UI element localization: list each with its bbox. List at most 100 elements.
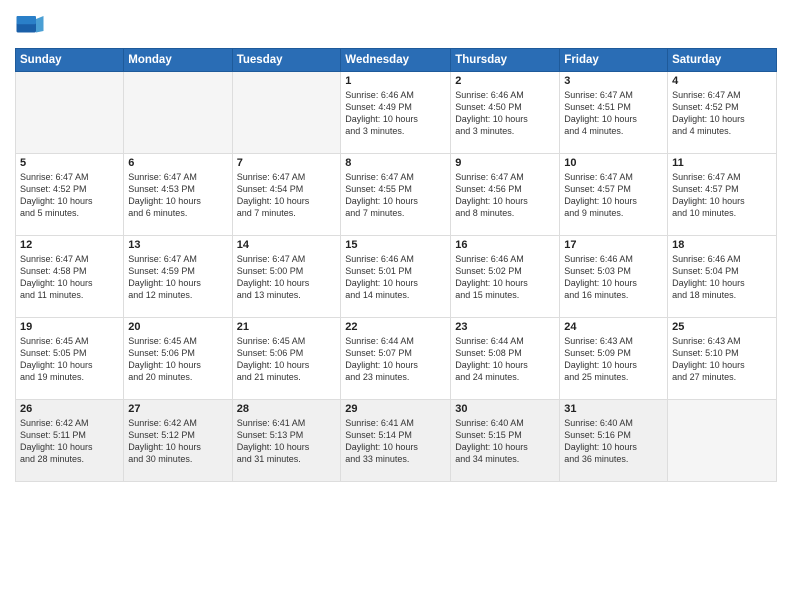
day-number: 17	[564, 239, 663, 251]
day-number: 24	[564, 321, 663, 333]
day-info: Sunrise: 6:46 AM Sunset: 5:03 PM Dayligh…	[564, 253, 663, 302]
calendar-cell: 14 Sunrise: 6:47 AM Sunset: 5:00 PM Dayli…	[232, 236, 341, 318]
calendar-cell: 31Sunrise: 6:40 AM Sunset: 5:16 PM Dayli…	[560, 400, 668, 482]
day-info: Sunrise: 6:46 AM Sunset: 5:01 PM Dayligh…	[345, 253, 446, 302]
day-number: 4	[672, 75, 772, 87]
day-info: Sunrise: 6:47 AM Sunset: 4:55 PM Dayligh…	[345, 171, 446, 220]
day-number: 18	[672, 239, 772, 251]
calendar-week-2: 5 Sunrise: 6:47 AM Sunset: 4:52 PM Daylig…	[16, 154, 777, 236]
day-number: 1	[345, 75, 446, 87]
calendar-cell: 3 Sunrise: 6:47 AM Sunset: 4:51 PM Daylig…	[560, 72, 668, 154]
day-info: Sunrise: 6:46 AM Sunset: 4:49 PM Dayligh…	[345, 89, 446, 138]
calendar-cell: 12 Sunrise: 6:47 AM Sunset: 4:58 PM Dayli…	[16, 236, 124, 318]
day-number: 21	[237, 321, 337, 333]
calendar-cell: 25 Sunrise: 6:43 AM Sunset: 5:10 PM Dayli…	[668, 318, 777, 400]
day-info: Sunrise: 6:46 AM Sunset: 5:04 PM Dayligh…	[672, 253, 772, 302]
calendar-cell: 6Sunrise: 6:47 AM Sunset: 4:53 PM Daylig…	[124, 154, 232, 236]
calendar-cell: 10 Sunrise: 6:47 AM Sunset: 4:57 PM Dayli…	[560, 154, 668, 236]
day-info: Sunrise: 6:41 AM Sunset: 5:14 PM Dayligh…	[345, 417, 446, 466]
day-number: 10	[564, 157, 663, 169]
day-info: Sunrise: 6:42 AM Sunset: 5:11 PM Dayligh…	[20, 417, 119, 466]
day-number: 14	[237, 239, 337, 251]
calendar-cell: 15 Sunrise: 6:46 AM Sunset: 5:01 PM Dayli…	[341, 236, 451, 318]
day-number: 19	[20, 321, 119, 333]
day-info: Sunrise: 6:46 AM Sunset: 5:02 PM Dayligh…	[455, 253, 555, 302]
day-number: 28	[237, 403, 337, 415]
day-info: Sunrise: 6:42 AM Sunset: 5:12 PM Dayligh…	[128, 417, 227, 466]
day-number: 8	[345, 157, 446, 169]
day-info: Sunrise: 6:43 AM Sunset: 5:09 PM Dayligh…	[564, 335, 663, 384]
weekday-header-saturday: Saturday	[668, 49, 777, 72]
calendar-cell: 28 Sunrise: 6:41 AM Sunset: 5:13 PM Dayli…	[232, 400, 341, 482]
day-number: 6	[128, 157, 227, 169]
day-number: 25	[672, 321, 772, 333]
calendar-cell: 1 Sunrise: 6:46 AM Sunset: 4:49 PM Daylig…	[341, 72, 451, 154]
day-info: Sunrise: 6:45 AM Sunset: 5:06 PM Dayligh…	[128, 335, 227, 384]
calendar-cell: 29 Sunrise: 6:41 AM Sunset: 5:14 PM Dayli…	[341, 400, 451, 482]
day-info: Sunrise: 6:44 AM Sunset: 5:08 PM Dayligh…	[455, 335, 555, 384]
calendar-cell: 16 Sunrise: 6:46 AM Sunset: 5:02 PM Dayli…	[451, 236, 560, 318]
day-number: 26	[20, 403, 119, 415]
day-number: 12	[20, 239, 119, 251]
day-number: 5	[20, 157, 119, 169]
header	[15, 10, 777, 40]
day-info: Sunrise: 6:45 AM Sunset: 5:05 PM Dayligh…	[20, 335, 119, 384]
weekday-header-monday: Monday	[124, 49, 232, 72]
day-info: Sunrise: 6:41 AM Sunset: 5:13 PM Dayligh…	[237, 417, 337, 466]
calendar-cell: 11 Sunrise: 6:47 AM Sunset: 4:57 PM Dayli…	[668, 154, 777, 236]
day-number: 22	[345, 321, 446, 333]
calendar-cell: 5 Sunrise: 6:47 AM Sunset: 4:52 PM Daylig…	[16, 154, 124, 236]
calendar-cell: 24 Sunrise: 6:43 AM Sunset: 5:09 PM Dayli…	[560, 318, 668, 400]
day-info: Sunrise: 6:47 AM Sunset: 4:51 PM Dayligh…	[564, 89, 663, 138]
weekday-header-friday: Friday	[560, 49, 668, 72]
calendar-cell: 22Sunrise: 6:44 AM Sunset: 5:07 PM Dayli…	[341, 318, 451, 400]
day-number: 11	[672, 157, 772, 169]
day-number: 20	[128, 321, 227, 333]
calendar-cell: 30 Sunrise: 6:40 AM Sunset: 5:15 PM Dayli…	[451, 400, 560, 482]
day-number: 29	[345, 403, 446, 415]
day-info: Sunrise: 6:40 AM Sunset: 5:15 PM Dayligh…	[455, 417, 555, 466]
day-info: Sunrise: 6:47 AM Sunset: 5:00 PM Dayligh…	[237, 253, 337, 302]
day-number: 31	[564, 403, 663, 415]
day-info: Sunrise: 6:47 AM Sunset: 4:52 PM Dayligh…	[20, 171, 119, 220]
calendar-cell: 7 Sunrise: 6:47 AM Sunset: 4:54 PM Daylig…	[232, 154, 341, 236]
logo-icon	[15, 10, 45, 40]
weekday-header-row: SundayMondayTuesdayWednesdayThursdayFrid…	[16, 49, 777, 72]
day-number: 15	[345, 239, 446, 251]
day-number: 13	[128, 239, 227, 251]
day-info: Sunrise: 6:47 AM Sunset: 4:57 PM Dayligh…	[672, 171, 772, 220]
day-info: Sunrise: 6:45 AM Sunset: 5:06 PM Dayligh…	[237, 335, 337, 384]
day-info: Sunrise: 6:47 AM Sunset: 4:57 PM Dayligh…	[564, 171, 663, 220]
day-number: 16	[455, 239, 555, 251]
weekday-header-tuesday: Tuesday	[232, 49, 341, 72]
page-container: SundayMondayTuesdayWednesdayThursdayFrid…	[0, 0, 792, 612]
day-number: 23	[455, 321, 555, 333]
calendar-cell: 8 Sunrise: 6:47 AM Sunset: 4:55 PM Daylig…	[341, 154, 451, 236]
calendar-cell	[124, 72, 232, 154]
day-info: Sunrise: 6:47 AM Sunset: 4:58 PM Dayligh…	[20, 253, 119, 302]
calendar-table: SundayMondayTuesdayWednesdayThursdayFrid…	[15, 48, 777, 482]
day-number: 7	[237, 157, 337, 169]
weekday-header-wednesday: Wednesday	[341, 49, 451, 72]
calendar-cell: 23 Sunrise: 6:44 AM Sunset: 5:08 PM Dayli…	[451, 318, 560, 400]
calendar-week-3: 12 Sunrise: 6:47 AM Sunset: 4:58 PM Dayli…	[16, 236, 777, 318]
logo	[15, 10, 49, 40]
day-info: Sunrise: 6:47 AM Sunset: 4:56 PM Dayligh…	[455, 171, 555, 220]
calendar-cell: 18 Sunrise: 6:46 AM Sunset: 5:04 PM Dayli…	[668, 236, 777, 318]
calendar-week-1: 1 Sunrise: 6:46 AM Sunset: 4:49 PM Daylig…	[16, 72, 777, 154]
day-number: 30	[455, 403, 555, 415]
calendar-week-5: 26 Sunrise: 6:42 AM Sunset: 5:11 PM Dayli…	[16, 400, 777, 482]
calendar-cell: 9 Sunrise: 6:47 AM Sunset: 4:56 PM Daylig…	[451, 154, 560, 236]
calendar-cell: 17 Sunrise: 6:46 AM Sunset: 5:03 PM Dayli…	[560, 236, 668, 318]
day-info: Sunrise: 6:47 AM Sunset: 4:59 PM Dayligh…	[128, 253, 227, 302]
day-number: 2	[455, 75, 555, 87]
calendar-cell: 13 Sunrise: 6:47 AM Sunset: 4:59 PM Dayli…	[124, 236, 232, 318]
calendar-week-4: 19 Sunrise: 6:45 AM Sunset: 5:05 PM Dayli…	[16, 318, 777, 400]
calendar-cell: 20 Sunrise: 6:45 AM Sunset: 5:06 PM Dayli…	[124, 318, 232, 400]
day-info: Sunrise: 6:46 AM Sunset: 4:50 PM Dayligh…	[455, 89, 555, 138]
weekday-header-thursday: Thursday	[451, 49, 560, 72]
day-info: Sunrise: 6:47 AM Sunset: 4:54 PM Dayligh…	[237, 171, 337, 220]
day-info: Sunrise: 6:43 AM Sunset: 5:10 PM Dayligh…	[672, 335, 772, 384]
day-number: 9	[455, 157, 555, 169]
day-number: 3	[564, 75, 663, 87]
